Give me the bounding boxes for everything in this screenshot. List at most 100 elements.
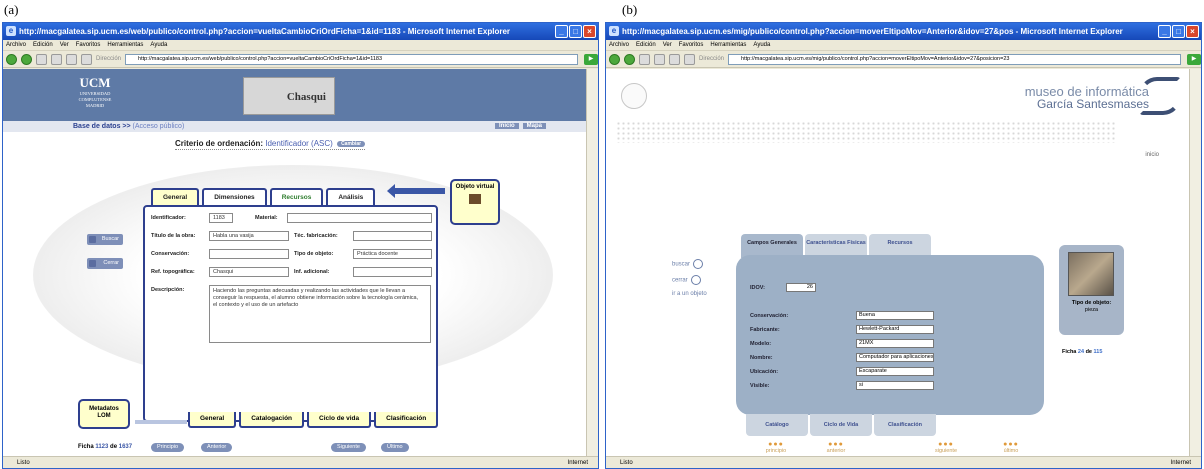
anterior-button[interactable]: Anterior [201, 443, 233, 452]
menu-archivo[interactable]: Archivo [609, 40, 629, 50]
ir-objeto-control[interactable]: ir a un objeto [672, 291, 716, 298]
menu-favoritos[interactable]: Favoritos [679, 40, 704, 50]
go-button[interactable]: ▶ [1187, 53, 1201, 65]
buscar-button[interactable]: Buscar [87, 234, 123, 245]
tec-field[interactable] [353, 231, 432, 241]
tab-catalogacion[interactable]: Catalogación [239, 412, 305, 428]
menu-edicion[interactable]: Edición [33, 40, 53, 50]
siguiente-button[interactable]: ●●● siguiente [926, 441, 966, 454]
nombre-field[interactable]: Computador para aplicaciones [856, 353, 934, 362]
tab-general-bottom[interactable]: General [188, 412, 237, 428]
siguiente-button[interactable]: Siguiente [331, 443, 366, 452]
home-icon[interactable] [66, 53, 77, 65]
stop-icon[interactable] [36, 53, 47, 65]
visible-field[interactable]: si [856, 381, 934, 390]
ref-label: Ref. topográfica: [151, 269, 195, 275]
title-bar[interactable]: e http://macgalatea.sip.ucm.es/mig/publi… [606, 23, 1201, 40]
refresh-icon[interactable] [654, 53, 665, 65]
tipo-field[interactable]: Práctica docente [353, 249, 432, 259]
buscar-icon [693, 259, 704, 269]
conservacion-field[interactable]: Buena [856, 311, 934, 320]
object-thumbnail[interactable]: Tipo de objeto: pieza [1059, 245, 1124, 335]
menu-herramientas[interactable]: Herramientas [710, 40, 746, 50]
record-counter: Ficha 24 de 115 [1062, 349, 1102, 355]
minimize-button[interactable]: _ [1158, 25, 1171, 38]
back-icon[interactable] [6, 53, 17, 65]
menu-ver[interactable]: Ver [60, 40, 69, 50]
buscar-control[interactable]: buscar [672, 259, 704, 269]
bottom-tabs: General Catalogación Ciclo de vida Clasi… [188, 412, 439, 428]
stop-icon[interactable] [639, 53, 650, 65]
id-field[interactable]: 1183 [209, 213, 233, 223]
vertical-scrollbar[interactable] [586, 69, 598, 456]
ficha-label: Ficha [78, 444, 94, 450]
title-bar[interactable]: e http://macgalatea.sip.ucm.es/web/publi… [3, 23, 598, 40]
anterior-button[interactable]: ●●● anterior [816, 441, 856, 454]
tab-clasificacion[interactable]: Clasificación [874, 414, 936, 436]
tab-clasificacion[interactable]: Clasificación [374, 412, 439, 428]
page-content: museo de informática García Santesmases … [606, 69, 1189, 456]
cerrar-button[interactable]: Cerrar [87, 258, 123, 269]
menu-ayuda[interactable]: Ayuda [753, 40, 770, 50]
ubicacion-field[interactable]: Escaparate [856, 367, 934, 376]
descripcion-field[interactable]: Haciendo las preguntas adecuadas y reali… [209, 285, 431, 343]
material-field[interactable] [287, 213, 432, 223]
fabricante-label: Fabricante: [750, 327, 780, 333]
address-input[interactable]: http://macgalatea.sip.ucm.es/mig/publico… [728, 53, 1181, 65]
modelo-field[interactable]: 21MX [856, 339, 934, 348]
idov-field[interactable]: 26 [786, 283, 816, 292]
menu-herramientas[interactable]: Herramientas [107, 40, 143, 50]
cambiar-button[interactable]: Cambiar [337, 140, 366, 147]
minimize-button[interactable]: _ [555, 25, 568, 38]
record-form: Identificador: 1183 Material: Título de … [143, 205, 438, 422]
titulo-field[interactable]: Habla una vasija [209, 231, 289, 241]
inicio-link[interactable]: inicio [1145, 152, 1159, 158]
inf-label: Inf. adicional: [294, 269, 330, 275]
vertical-scrollbar[interactable] [1189, 69, 1201, 456]
maximize-button[interactable]: □ [1172, 25, 1185, 38]
id-label: Identificador: [151, 215, 186, 221]
menu-edicion[interactable]: Edición [636, 40, 656, 50]
principio-button[interactable]: Principio [151, 443, 185, 452]
refresh-icon[interactable] [51, 53, 62, 65]
ultimo-button[interactable]: Último [381, 443, 409, 452]
titulo-label: Título de la obra: [151, 233, 196, 239]
menu-favoritos[interactable]: Favoritos [76, 40, 101, 50]
ref-field[interactable]: Chasqui [209, 267, 289, 277]
objeto-virtual-button[interactable]: Objeto virtual [450, 179, 500, 225]
metadatos-lom-button[interactable]: Metadatos LOM [78, 399, 130, 429]
menu-ver[interactable]: Ver [663, 40, 672, 50]
breadcrumb-db[interactable]: Base de datos >> [73, 123, 133, 130]
address-input[interactable]: http://macgalatea.sip.ucm.es/web/publico… [125, 53, 578, 65]
tab-general[interactable]: General [151, 188, 200, 205]
search-icon[interactable] [81, 53, 92, 65]
mapa-link[interactable]: Mapa [522, 123, 546, 129]
tab-ciclo-vida[interactable]: Ciclo de vida [307, 412, 372, 428]
tab-dimensiones[interactable]: Dimensiones [202, 188, 267, 205]
tab-catalogo[interactable]: Catálogo [746, 414, 808, 436]
university-seal-icon [621, 83, 647, 109]
maximize-button[interactable]: □ [569, 25, 582, 38]
search-icon[interactable] [684, 53, 695, 65]
inicio-link[interactable]: Inicio [494, 123, 519, 129]
cerrar-control[interactable]: cerrar [672, 275, 701, 285]
tab-ciclo-vida[interactable]: Ciclo de Vida [810, 414, 872, 436]
fabricante-field[interactable]: Hewlett-Packard [856, 325, 934, 334]
browser-window-left: e http://macgalatea.sip.ucm.es/web/publi… [2, 22, 599, 469]
close-button[interactable]: × [1186, 25, 1199, 38]
principio-button[interactable]: ●●● principio [756, 441, 796, 454]
go-button[interactable]: ▶ [584, 53, 598, 65]
back-icon[interactable] [609, 53, 620, 65]
home-icon[interactable] [669, 53, 680, 65]
inf-field[interactable] [353, 267, 432, 277]
close-button[interactable]: × [583, 25, 596, 38]
tab-recursos[interactable]: Recursos [269, 188, 324, 205]
ultimo-button[interactable]: ●●● último [991, 441, 1031, 454]
menu-archivo[interactable]: Archivo [6, 40, 26, 50]
forward-icon[interactable] [624, 53, 635, 65]
tab-analisis[interactable]: Análisis [326, 188, 376, 205]
menu-ayuda[interactable]: Ayuda [150, 40, 167, 50]
forward-icon[interactable] [21, 53, 32, 65]
zone-text: Internet [1170, 460, 1191, 466]
conservacion-field[interactable] [209, 249, 289, 259]
